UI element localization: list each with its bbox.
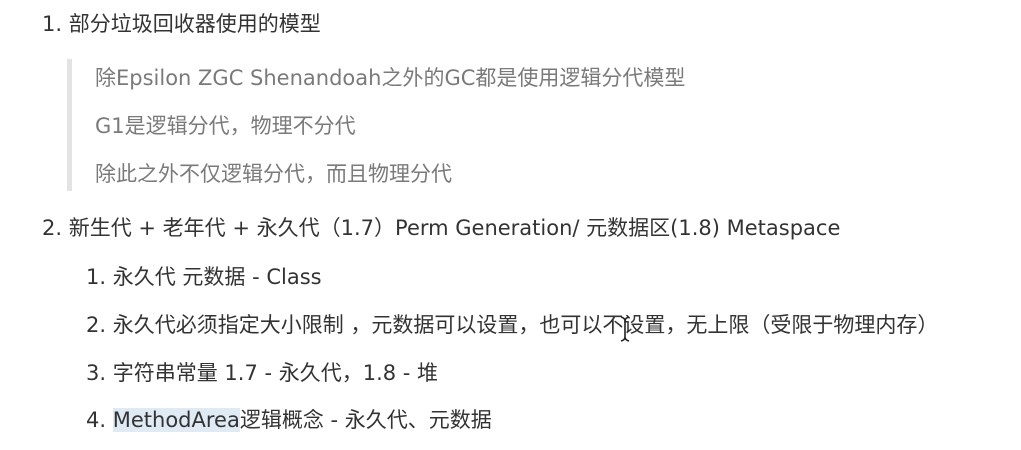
list-item-2: 2. 新生代 + 老年代 + 永久代（1.7）Perm Generation/ … bbox=[42, 214, 840, 242]
list-number: 4. bbox=[86, 408, 107, 432]
highlighted-text: MethodArea bbox=[112, 408, 240, 432]
sub-list-item-2: 2. 永久代必须指定大小限制 ，元数据可以设置，也可以不设置，无上限（受限于物理… bbox=[86, 311, 938, 339]
sub-list-item-1: 1. 永久代 元数据 - Class bbox=[86, 263, 322, 291]
list-item-text: 新生代 + 老年代 + 永久代（1.7）Perm Generation/ 元数据… bbox=[68, 216, 841, 240]
list-item-text: 字符串常量 1.7 - 永久代，1.8 - 堆 bbox=[112, 361, 439, 385]
sub-list-item-4: 4. MethodArea逻辑概念 - 永久代、元数据 bbox=[86, 406, 492, 434]
list-item-text: 部分垃圾回收器使用的模型 bbox=[68, 12, 321, 36]
list-item-text: 永久代 元数据 - Class bbox=[112, 265, 322, 289]
blockquote-bar bbox=[67, 59, 72, 191]
blockquote-line-1: 除Epsilon ZGC Shenandoah之外的GC都是使用逻辑分代模型 bbox=[95, 66, 686, 90]
blockquote-line-2: G1是逻辑分代，物理不分代 bbox=[95, 114, 356, 138]
list-number: 2. bbox=[86, 313, 107, 337]
list-number: 1. bbox=[86, 265, 107, 289]
list-item-1: 1. 部分垃圾回收器使用的模型 bbox=[42, 10, 321, 38]
blockquote-line-3: 除此之外不仅逻辑分代，而且物理分代 bbox=[95, 162, 452, 186]
list-item-text: 逻辑概念 - 永久代、元数据 bbox=[239, 408, 492, 432]
list-number: 3. bbox=[86, 361, 107, 385]
sub-list-item-3: 3. 字符串常量 1.7 - 永久代，1.8 - 堆 bbox=[86, 359, 438, 387]
list-number: 2. bbox=[42, 216, 63, 240]
text-cursor-icon bbox=[619, 315, 631, 343]
list-item-text: 永久代必须指定大小限制 ，元数据可以设置，也可以不设置，无上限（受限于物理内存） bbox=[112, 313, 939, 337]
list-number: 1. bbox=[42, 12, 63, 36]
